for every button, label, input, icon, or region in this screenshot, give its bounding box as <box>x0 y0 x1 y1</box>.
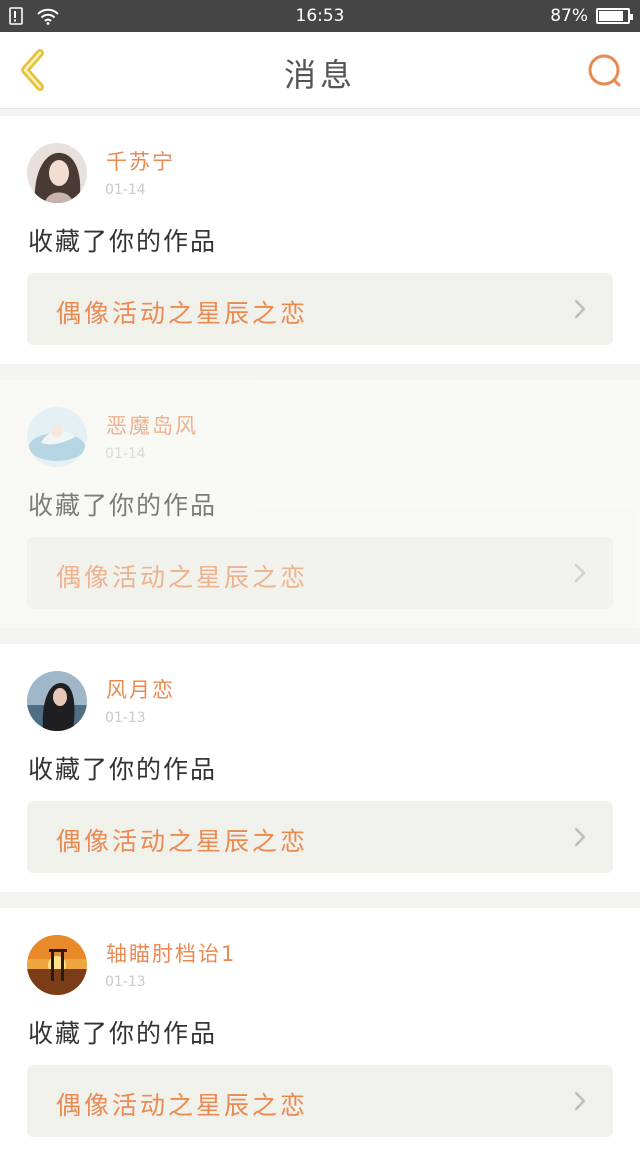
battery-level-fill <box>599 11 624 21</box>
status-right: 87% <box>550 6 633 26</box>
username[interactable]: 恶魔岛风 <box>106 410 198 440</box>
chevron-right-icon <box>574 827 586 847</box>
avatar[interactable] <box>27 671 87 731</box>
card-gap <box>0 892 640 908</box>
message-date: 01-14 <box>105 446 146 462</box>
page-title: 消息 <box>283 56 356 94</box>
username[interactable]: 千苏宁 <box>106 146 175 176</box>
chevron-right-icon <box>574 1091 586 1111</box>
action-text: 收藏了你的作品 <box>28 1019 218 1048</box>
message-card: 恶魔岛风 01-14 收藏了你的作品 偶像活动之星辰之恋 <box>0 380 640 628</box>
message-list: 千苏宁 01-14 收藏了你的作品 偶像活动之星辰之恋 恶魔岛风 01-14 收… <box>0 116 640 1156</box>
battery-percent: 87% <box>550 6 588 26</box>
action-text: 收藏了你的作品 <box>28 491 218 520</box>
avatar[interactable] <box>27 407 87 467</box>
message-card: 轴瞄肘档诒1 01-13 收藏了你的作品 偶像活动之星辰之恋 <box>0 908 640 1156</box>
username[interactable]: 轴瞄肘档诒1 <box>106 938 236 968</box>
status-time: 16:53 <box>295 6 345 26</box>
work-link[interactable]: 偶像活动之星辰之恋 <box>27 537 613 609</box>
username[interactable]: 风月恋 <box>106 674 175 704</box>
action-text: 收藏了你的作品 <box>28 755 218 784</box>
chevron-right-icon <box>574 563 586 583</box>
search-button[interactable] <box>586 52 624 90</box>
work-link[interactable]: 偶像活动之星辰之恋 <box>27 1065 613 1137</box>
work-link[interactable]: 偶像活动之星辰之恋 <box>27 801 613 873</box>
work-title: 偶像活动之星辰之恋 <box>56 1091 309 1120</box>
status-bar: 16:53 87% <box>0 0 640 32</box>
work-title: 偶像活动之星辰之恋 <box>56 563 309 592</box>
battery-icon <box>596 8 633 24</box>
message-card: 千苏宁 01-14 收藏了你的作品 偶像活动之星辰之恋 <box>0 116 640 364</box>
avatar[interactable] <box>27 143 87 203</box>
chevron-right-icon <box>574 299 586 319</box>
work-title: 偶像活动之星辰之恋 <box>56 299 309 328</box>
action-text: 收藏了你的作品 <box>28 227 218 256</box>
card-gap <box>0 364 640 380</box>
search-icon <box>588 54 621 87</box>
message-card: 风月恋 01-13 收藏了你的作品 偶像活动之星辰之恋 <box>0 644 640 892</box>
work-title: 偶像活动之星辰之恋 <box>56 827 309 856</box>
message-date: 01-13 <box>105 710 146 726</box>
message-date: 01-14 <box>105 182 146 198</box>
message-date: 01-13 <box>105 974 146 990</box>
avatar[interactable] <box>27 935 87 995</box>
header-bar: 消息 <box>0 32 640 109</box>
card-gap <box>0 628 640 644</box>
work-link[interactable]: 偶像活动之星辰之恋 <box>27 273 613 345</box>
